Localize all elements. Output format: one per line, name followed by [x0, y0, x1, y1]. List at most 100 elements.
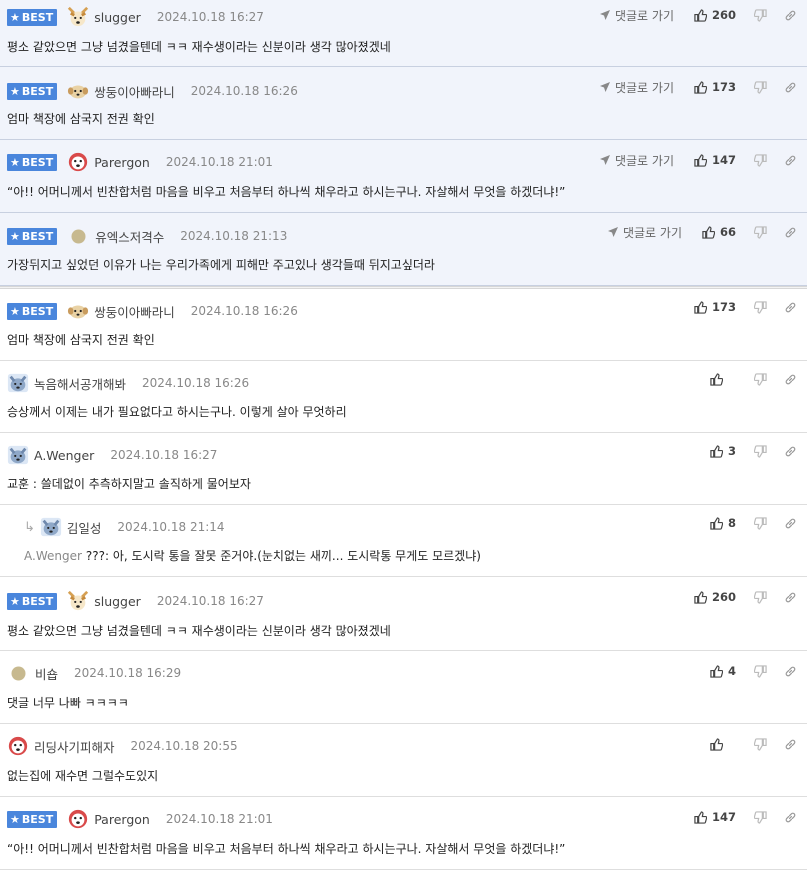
share-link-button[interactable] [784, 811, 797, 824]
like-button[interactable]: 3 [710, 444, 736, 458]
comment-text: 없는집에 재수면 그럴수도있지 [7, 769, 159, 783]
share-link-button[interactable] [784, 738, 797, 751]
share-link-button[interactable] [784, 81, 797, 94]
link-icon [784, 517, 797, 530]
goto-comment-button[interactable]: 댓글로 가기 [599, 7, 674, 24]
dog-red-avatar[interactable] [67, 808, 89, 830]
like-button[interactable]: 147 [694, 153, 736, 167]
comment-header: ★ BEST Parergon 2024.10.18 21:01 [7, 807, 273, 831]
puppy-avatar[interactable] [67, 300, 89, 322]
comment-date: 2024.10.18 21:01 [165, 155, 273, 169]
comment-date: 2024.10.18 16:29 [74, 666, 182, 680]
thumbs-down-icon [754, 81, 767, 94]
goto-comment-button[interactable]: 댓글로 가기 [607, 224, 682, 241]
dislike-button[interactable] [754, 154, 767, 167]
dog-red-avatar[interactable] [7, 735, 29, 757]
comment-date: 2024.10.18 16:26 [190, 304, 298, 318]
nickname[interactable]: slugger [94, 594, 141, 609]
comment-text: 엄마 책장에 삼국지 전권 확인 [7, 112, 155, 126]
reply-arrow-icon: ↳ [24, 519, 35, 535]
comment-list: ★ BEST slugger 2024.10.18 16:27 댓글로 가기 260 평소 … [0, 0, 807, 870]
share-link-button[interactable] [784, 154, 797, 167]
thumbs-up-icon [710, 373, 723, 386]
thumbs-up-icon [694, 301, 707, 314]
share-link-button[interactable] [784, 9, 797, 22]
shiba-avatar[interactable] [7, 444, 29, 466]
like-button[interactable]: 260 [694, 590, 736, 604]
dislike-button[interactable] [754, 811, 767, 824]
link-icon [784, 738, 797, 751]
comment-date: 2024.10.18 21:01 [165, 812, 273, 826]
goto-comment-button[interactable]: 댓글로 가기 [599, 79, 674, 96]
thumbs-up-icon [694, 9, 707, 22]
nickname[interactable]: 녹음해서공개해봐 [34, 374, 126, 393]
arrow-icon [599, 9, 611, 21]
dislike-button[interactable] [754, 445, 767, 458]
puppy-avatar[interactable] [67, 80, 89, 102]
nickname[interactable]: 쌍둥이아빠라니 [94, 302, 175, 321]
nickname[interactable]: 쌍둥이아빠라니 [94, 82, 175, 101]
dog-face-avatar[interactable] [67, 6, 89, 28]
thumbs-up-icon [702, 226, 715, 239]
nickname[interactable]: Parergon [94, 155, 150, 170]
like-button[interactable] [710, 738, 736, 751]
shiba-avatar[interactable] [7, 372, 29, 394]
share-link-button[interactable] [784, 665, 797, 678]
nickname[interactable]: 유엑스저격수 [95, 227, 164, 246]
link-icon [784, 591, 797, 604]
nickname[interactable]: 리딩사기피해자 [34, 737, 115, 756]
dislike-button[interactable] [754, 301, 767, 314]
like-button[interactable]: 147 [694, 810, 736, 824]
comment-text: 승상께서 이제는 내가 필요없다고 하시는구나. 이렇게 살아 무엇하리 [7, 405, 347, 419]
comment-header: ★ BEST 쌍둥이아빠라니 2024.10.18 16:26 [7, 299, 298, 323]
thumbs-down-icon [754, 445, 767, 458]
like-button[interactable]: 4 [710, 664, 736, 678]
goto-comment-button[interactable]: 댓글로 가기 [599, 152, 674, 169]
dislike-button[interactable] [754, 665, 767, 678]
dislike-button[interactable] [754, 373, 767, 386]
dislike-button[interactable] [754, 81, 767, 94]
share-link-button[interactable] [784, 445, 797, 458]
like-button[interactable] [710, 373, 736, 386]
dislike-button[interactable] [754, 517, 767, 530]
comment-item: 리딩사기피해자 2024.10.18 20:55 없는집에 재수면 그럴수도있지 [0, 724, 807, 797]
thumbs-up-icon [710, 738, 723, 751]
comment-date: 2024.10.18 21:13 [180, 229, 288, 243]
share-link-button[interactable] [784, 226, 797, 239]
nickname[interactable]: Parergon [94, 812, 150, 827]
dog-red-avatar[interactable] [67, 151, 89, 173]
thumbs-up-icon [710, 665, 723, 678]
share-link-button[interactable] [784, 373, 797, 386]
dislike-button[interactable] [754, 9, 767, 22]
dog-face-avatar[interactable] [67, 590, 89, 612]
star-icon: ★ [10, 84, 20, 98]
share-link-button[interactable] [784, 301, 797, 314]
shiba-avatar[interactable] [40, 516, 62, 538]
comment-text: 엄마 책장에 삼국지 전권 확인 [7, 333, 155, 347]
comment-text: 평소 같았으면 그냥 넘겼을텐데 ㅋㅋ 재수생이라는 신분이라 생각 많아졌겠네 [7, 40, 391, 54]
nickname[interactable]: A.Wenger [34, 448, 94, 463]
like-button[interactable]: 173 [694, 300, 736, 314]
like-button[interactable]: 173 [694, 80, 736, 94]
share-link-button[interactable] [784, 517, 797, 530]
thumbs-up-icon [694, 811, 707, 824]
nickname[interactable]: 비숍 [35, 664, 58, 683]
comment-item: ★ BEST slugger 2024.10.18 16:27 댓글로 가기 260 평소 … [0, 0, 807, 67]
star-icon: ★ [10, 594, 20, 608]
nickname[interactable]: slugger [94, 10, 141, 25]
dislike-button[interactable] [754, 738, 767, 751]
dislike-button[interactable] [754, 591, 767, 604]
dislike-button[interactable] [754, 226, 767, 239]
thumbs-down-icon [754, 811, 767, 824]
like-button[interactable]: 8 [710, 516, 736, 530]
nickname[interactable]: 김일성 [67, 518, 102, 537]
comment-item: 녹음해서공개해봐 2024.10.18 16:26 승상께서 이제는 내가 필요없다… [0, 361, 807, 433]
reply-target[interactable]: A.Wenger [24, 549, 82, 563]
comment-date: 2024.10.18 16:27 [156, 594, 264, 608]
share-link-button[interactable] [784, 591, 797, 604]
best-badge: ★ BEST [7, 810, 58, 828]
like-button[interactable]: 260 [694, 8, 736, 22]
like-button[interactable]: 66 [702, 225, 736, 239]
thumbs-up-icon [710, 445, 723, 458]
link-icon [784, 301, 797, 314]
